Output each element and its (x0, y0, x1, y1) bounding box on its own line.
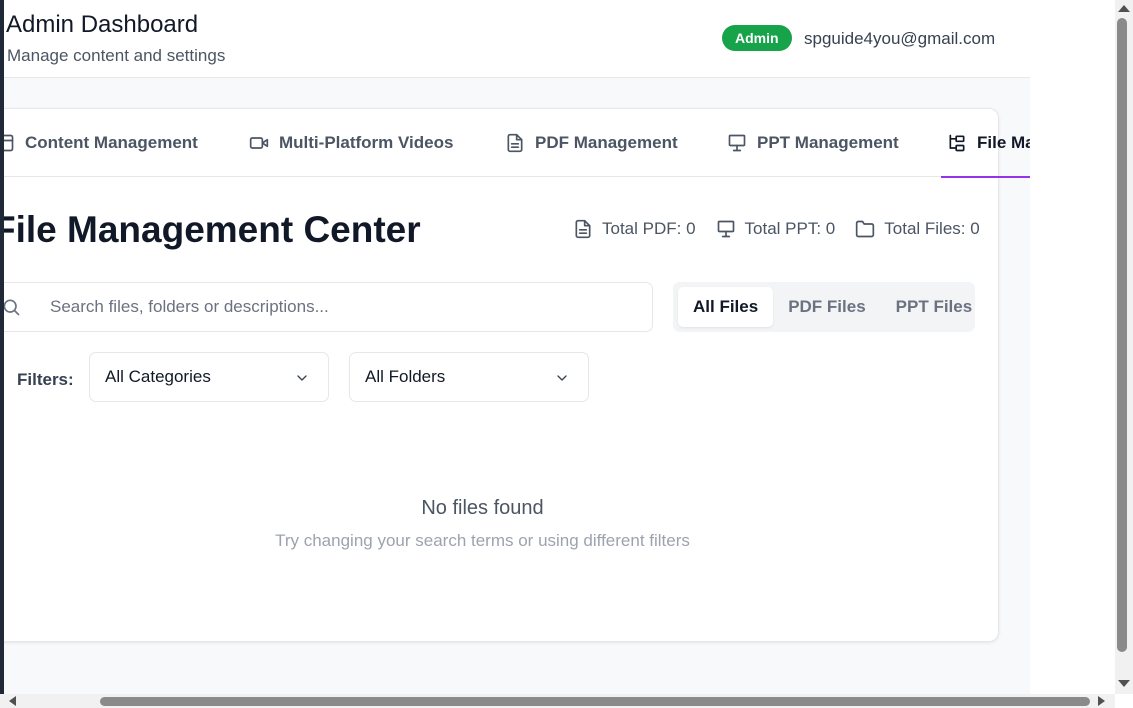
search-icon (4, 299, 20, 316)
tab-content-management[interactable]: Content Management (4, 109, 198, 177)
chevron-down-icon (297, 375, 307, 381)
tab-label: File Management (977, 133, 1030, 152)
folder-select-value: All Folders (365, 367, 446, 386)
tab-label: Content Management (25, 133, 198, 152)
folder-tree-icon (949, 134, 965, 152)
presentation-icon (728, 134, 746, 152)
empty-state-hint: Try changing your search terms or using … (275, 531, 690, 550)
filter-all-files-button[interactable]: All Files (678, 287, 774, 327)
file-stats: Total PDF: 0 Total PPT: 0 Total Files: 0 (573, 219, 980, 239)
admin-tabs: Content Management Multi-Platform Videos… (4, 109, 1030, 178)
vertical-scroll-thumb[interactable] (1117, 18, 1127, 652)
content-icon (4, 134, 14, 152)
filters-label: Filters: (17, 370, 74, 389)
folder-icon (856, 220, 875, 238)
page-right-margin (1030, 0, 1115, 694)
horizontal-scrollbar[interactable] (0, 694, 1115, 708)
presentation-icon (717, 220, 734, 238)
file-management-card: Content Management Multi-Platform Videos… (4, 108, 1030, 642)
user-email: spguide4you@gmail.com (804, 29, 996, 48)
empty-state-title: No files found (421, 497, 544, 519)
app-header: Admin Dashboard Manage content and setti… (4, 0, 1030, 78)
horizontal-scroll-thumb[interactable] (100, 697, 1090, 706)
tab-ppt-management[interactable]: PPT Management (727, 109, 899, 177)
page-title: Admin Dashboard (6, 11, 199, 38)
stat-total-files: Total Files: 0 (855, 219, 980, 239)
stat-label: Total PDF: 0 (602, 219, 696, 238)
chevron-down-icon (557, 375, 567, 381)
tab-pdf-management[interactable]: PDF Management (505, 109, 678, 177)
video-icon (249, 137, 269, 149)
page-subtitle: Manage content and settings (7, 46, 226, 65)
scroll-down-arrow-icon[interactable] (1118, 680, 1130, 687)
search-input[interactable] (50, 283, 640, 331)
stat-total-ppt: Total PPT: 0 (716, 219, 836, 239)
section-title: File Management Center (4, 209, 421, 250)
category-select[interactable]: All Categories (89, 352, 329, 402)
tab-label: PPT Management (757, 133, 899, 152)
tab-file-management[interactable]: File Management (941, 109, 1030, 178)
stat-label: Total Files: 0 (884, 219, 980, 238)
search-box (4, 282, 653, 332)
scroll-left-arrow-icon[interactable] (9, 696, 16, 706)
tab-multi-platform-videos[interactable]: Multi-Platform Videos (249, 109, 453, 177)
role-badge: Admin (722, 25, 792, 51)
folder-select[interactable]: All Folders (349, 352, 589, 402)
vertical-scrollbar[interactable] (1115, 0, 1133, 694)
file-text-icon (575, 219, 591, 239)
page-viewport: Admin Dashboard Manage content and setti… (4, 0, 1030, 694)
stat-label: Total PPT: 0 (744, 219, 836, 238)
filter-pdf-files-button[interactable]: PDF Files (773, 287, 880, 327)
filter-ppt-files-button[interactable]: PPT Files (881, 287, 988, 327)
file-text-icon (507, 133, 523, 153)
tab-label: PDF Management (535, 133, 678, 152)
category-select-value: All Categories (105, 367, 211, 386)
tab-label: Multi-Platform Videos (279, 133, 454, 152)
stat-total-pdf: Total PDF: 0 (573, 219, 696, 239)
scroll-up-arrow-icon[interactable] (1118, 5, 1130, 12)
scroll-right-arrow-icon[interactable] (1098, 696, 1105, 706)
file-type-filter: All Files PDF Files PPT Files (673, 282, 975, 332)
